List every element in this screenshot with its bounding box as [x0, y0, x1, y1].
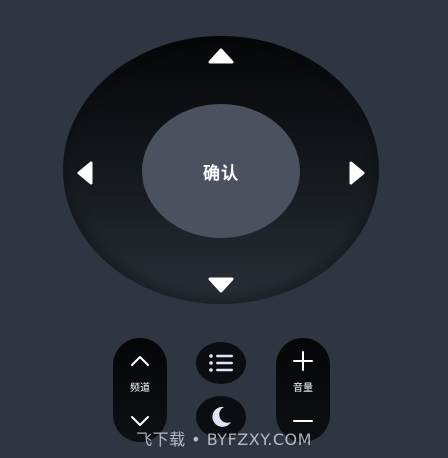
triangle-right-icon: [349, 161, 365, 185]
svg-text:z: z: [223, 415, 227, 423]
dpad-right-button[interactable]: [345, 160, 367, 186]
ok-button[interactable]: 确认: [142, 104, 300, 238]
dpad-up-button[interactable]: [206, 47, 236, 65]
triangle-left-icon: [77, 161, 93, 185]
volume-label: 音量: [293, 383, 313, 394]
plus-icon: [293, 351, 313, 371]
watermark: 飞下载 • BYFZXY.COM: [136, 430, 312, 449]
chevron-up-icon: [131, 356, 149, 366]
ok-label: 确认: [203, 163, 239, 184]
dpad-left-button[interactable]: [75, 160, 97, 186]
volume-up-button[interactable]: [276, 346, 330, 376]
dpad-down-button[interactable]: [206, 276, 236, 294]
triangle-down-icon: [208, 277, 234, 293]
list-icon: [209, 354, 233, 372]
channel-label: 频道: [130, 383, 150, 394]
menu-button[interactable]: [196, 342, 246, 384]
triangle-up-icon: [208, 48, 234, 64]
channel-up-button[interactable]: [113, 346, 167, 376]
